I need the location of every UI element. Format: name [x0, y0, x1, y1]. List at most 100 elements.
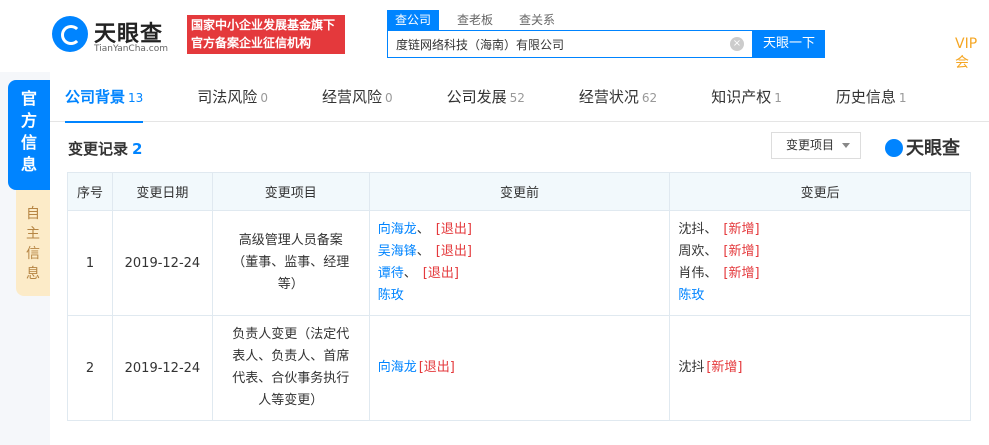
side-tab-official-label: 官方信息: [20, 89, 37, 174]
status-tag: [新增]: [723, 222, 760, 237]
badge-line-2: 官方备案企业征信机构: [191, 36, 312, 50]
separator: 、: [704, 266, 718, 281]
separator: 、: [704, 222, 718, 237]
separator: 、: [416, 222, 430, 237]
change-entry: 肖伟、 [新增]: [678, 263, 962, 285]
badge-line-1: 国家中小企业发展基金旗下: [191, 18, 336, 32]
header-date: 变更日期: [111, 172, 213, 211]
brand-logo-icon: [885, 139, 903, 157]
tab-operation-risk[interactable]: 经营风险 0: [307, 72, 408, 122]
vip-link[interactable]: VIP会: [955, 36, 989, 72]
section-count: 2: [132, 140, 143, 158]
tab-company-background[interactable]: 公司背景 13: [50, 72, 158, 123]
logo-subtext: TianYanCha.com: [94, 44, 169, 54]
change-entry: 陈玫: [378, 285, 662, 307]
tab-label: 司法风险: [197, 88, 258, 106]
change-entry: 陈玫: [678, 285, 962, 307]
search-tab-boss[interactable]: 查老板: [449, 10, 501, 30]
person-name: 沈抖: [678, 360, 705, 375]
status-tag: [新增]: [706, 360, 743, 375]
filter-label: 变更项目: [786, 138, 835, 152]
brand-text: 天眼查: [906, 138, 960, 159]
section-title-text: 变更记录: [68, 140, 129, 158]
clear-icon[interactable]: ×: [730, 37, 744, 51]
change-entry: 向海龙、 [退出]: [378, 219, 662, 241]
tab-count: 1: [774, 91, 782, 105]
person-link[interactable]: 吴海锋: [378, 244, 417, 259]
side-tab-official[interactable]: 官方信息: [8, 80, 50, 190]
person-link[interactable]: 向海龙: [378, 222, 417, 237]
tab-company-development[interactable]: 公司发展 52: [432, 72, 540, 122]
search-tab-relation[interactable]: 查关系: [511, 10, 563, 30]
tab-label: 公司背景: [65, 88, 126, 106]
official-badge: 国家中小企业发展基金旗下 官方备案企业征信机构: [187, 15, 345, 54]
person-name: 周欢: [678, 244, 705, 259]
change-entry: 吴海锋、 [退出]: [378, 241, 662, 263]
tab-operation-status[interactable]: 经营状况 62: [564, 72, 672, 122]
row-change-item: 高级管理人员备案（董事、监事、经理等）: [211, 210, 370, 316]
side-tab-self-label: 自主信息: [26, 206, 40, 282]
header-before: 变更前: [368, 172, 671, 211]
tab-count: 13: [128, 91, 144, 105]
tab-count: 52: [509, 91, 525, 105]
person-link[interactable]: 陈玫: [378, 288, 404, 303]
search-input[interactable]: [388, 31, 718, 57]
header-item: 变更项目: [211, 172, 370, 211]
person-name: 肖伟: [678, 266, 705, 281]
status-tag: [退出]: [418, 360, 455, 375]
brand-watermark: 天眼查: [885, 134, 960, 160]
tab-label: 公司发展: [446, 88, 507, 106]
change-entry: 沈抖 [新增]: [678, 357, 962, 379]
tab-count: 0: [260, 91, 268, 105]
tab-history[interactable]: 历史信息 1: [821, 72, 922, 122]
status-tag: [退出]: [422, 266, 459, 281]
header-index: 序号: [67, 172, 113, 211]
tab-label: 经营状况: [578, 88, 639, 106]
section-title: 变更记录 2: [68, 138, 142, 159]
tab-count: 62: [641, 91, 658, 105]
row-date: 2019-12-24: [111, 210, 213, 316]
row-before: 向海龙、 [退出] 吴海锋、 [退出] 谭待、 [退出] 陈玫: [368, 210, 671, 316]
person-link[interactable]: 陈玫: [678, 288, 704, 303]
table-header-row: 序号 变更日期 变更项目 变更前 变更后: [67, 172, 971, 211]
caret-down-icon: [842, 143, 850, 148]
tab-label: 历史信息: [835, 88, 896, 106]
person-name: 沈抖: [678, 222, 705, 237]
search-box: ×: [387, 30, 753, 58]
status-tag: [退出]: [435, 244, 472, 259]
change-entry: 谭待、 [退出]: [378, 263, 662, 285]
header-after: 变更后: [669, 172, 971, 211]
side-tab-self[interactable]: 自主信息: [16, 190, 50, 296]
separator: 、: [416, 244, 430, 259]
person-link[interactable]: 向海龙: [378, 360, 417, 375]
tab-intellectual-property[interactable]: 知识产权 1: [696, 72, 797, 122]
change-entry: 沈抖、 [新增]: [678, 219, 962, 241]
row-change-item: 负责人变更（法定代表人、负责人、首席代表、合伙事务执行人等变更）: [211, 315, 370, 421]
table-row: 1 2019-12-24 高级管理人员备案（董事、监事、经理等） 向海龙、 [退出…: [67, 210, 971, 316]
row-date: 2019-12-24: [111, 315, 213, 421]
change-entry: 向海龙 [退出]: [378, 357, 662, 379]
search-tabs: 查公司 查老板 查关系: [387, 10, 573, 30]
person-link[interactable]: 谭待: [378, 266, 404, 281]
tab-judicial-risk[interactable]: 司法风险 0: [182, 72, 283, 122]
row-after: 沈抖、 [新增] 周欢、 [新增] 肖伟、 [新增] 陈玫: [669, 210, 971, 316]
change-record-table: 序号 变更日期 变更项目 变更前 变更后 1 2019-12-24 高级管理人员…: [67, 172, 971, 421]
tab-count: 1: [898, 91, 907, 105]
separator: 、: [403, 266, 417, 281]
status-tag: [新增]: [723, 244, 760, 259]
separator: 、: [704, 244, 718, 259]
side-tabs: 官方信息 自主信息: [0, 72, 50, 445]
search-tab-company[interactable]: 查公司: [387, 10, 440, 30]
tab-label: 经营风险: [321, 88, 382, 106]
row-index: 2: [67, 315, 113, 421]
table-row: 2 2019-12-24 负责人变更（法定代表人、负责人、首席代表、合伙事务执行…: [67, 315, 971, 421]
logo-icon: [52, 16, 88, 52]
change-entry: 周欢、 [新增]: [678, 241, 962, 263]
search-button[interactable]: 天眼一下: [753, 30, 825, 58]
top-header: 天眼查 TianYanCha.com 国家中小企业发展基金旗下 官方备案企业征信…: [0, 0, 989, 72]
row-after: 沈抖 [新增]: [669, 315, 971, 421]
site-logo[interactable]: 天眼查 TianYanCha.com: [52, 16, 182, 56]
tab-count: 0: [384, 91, 393, 105]
category-tabs: 公司背景 13 司法风险 0 经营风险 0 公司发展 52 经营状况 62 知识产权 1 历…: [50, 72, 989, 123]
change-item-filter[interactable]: 变更项目: [771, 132, 861, 159]
